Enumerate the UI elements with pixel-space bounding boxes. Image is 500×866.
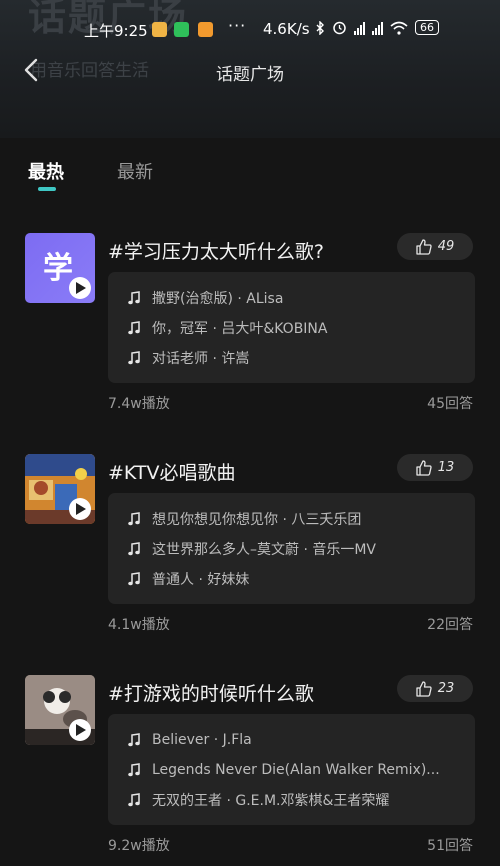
song-item[interactable]: 普通人 · 好妹妹 — [128, 569, 458, 589]
song-label: Legends Never Die(Alan Walker Remix)... — [152, 762, 440, 778]
song-item[interactable]: 这世界那么多人–莫文蔚 · 音乐一MV — [128, 539, 458, 559]
topic-thumbnail[interactable]: 学 — [25, 233, 95, 303]
status-time: 上午9:25 — [84, 22, 148, 40]
answer-count: 45回答 — [427, 396, 473, 412]
like-count: 49 — [437, 239, 455, 254]
song-label: 你，冠军 · 吕大叶&KOBINA — [152, 321, 328, 337]
page-title: 话题广场 — [216, 65, 284, 85]
song-list: Believer · J.Fla Legends Never Die(Alan … — [108, 714, 475, 825]
music-note-icon — [128, 793, 140, 807]
like-count: 23 — [437, 681, 455, 696]
song-item[interactable]: Legends Never Die(Alan Walker Remix)... — [128, 760, 458, 780]
topic-title[interactable]: #KTV必唱歌曲 — [108, 458, 236, 485]
network-speed: 4.6K/s — [263, 20, 310, 38]
status-bar: 上午9:25 ··· 4.6K/s 66 — [0, 14, 500, 44]
answer-count: 51回答 — [427, 838, 473, 854]
alarm-icon — [333, 21, 346, 35]
play-icon[interactable] — [69, 277, 91, 299]
song-item[interactable]: 无双的王者 · G.E.M.邓紫棋&王者荣耀 — [128, 790, 458, 810]
song-label: 普通人 · 好妹妹 — [152, 572, 250, 588]
more-notifications-icon: ··· — [228, 16, 247, 35]
play-count: 4.1w播放 — [108, 617, 170, 633]
thumbnail-character: 学 — [43, 251, 73, 286]
song-label: 无双的王者 · G.E.M.邓紫棋&王者荣耀 — [152, 793, 390, 809]
active-tab-indicator — [38, 187, 56, 191]
bluetooth-icon — [316, 20, 324, 35]
wechat-icon — [174, 22, 189, 37]
music-note-icon — [128, 572, 140, 586]
tab-new[interactable]: 最新 — [117, 158, 153, 184]
song-list: 撒野(治愈版) · ALisa 你，冠军 · 吕大叶&KOBINA 对话老师 ·… — [108, 272, 475, 383]
thumbs-up-icon — [416, 459, 432, 476]
topic-thumbnail[interactable] — [25, 675, 95, 745]
notification-app-icon — [198, 22, 213, 37]
music-note-icon — [128, 351, 140, 365]
battery-indicator: 66 — [415, 20, 439, 35]
music-note-icon — [128, 512, 140, 526]
song-list: 想见你想见你想见你 · 八三夭乐团 这世界那么多人–莫文蔚 · 音乐一MV 普通… — [108, 493, 475, 604]
like-button[interactable]: 49 — [397, 233, 473, 260]
tab-hot[interactable]: 最热 — [28, 158, 64, 184]
music-note-icon — [128, 321, 140, 335]
play-icon[interactable] — [69, 498, 91, 520]
play-count: 7.4w播放 — [108, 396, 170, 412]
song-label: 撒野(治愈版) · ALisa — [152, 291, 284, 307]
song-label: 对话老师 · 许嵩 — [152, 351, 250, 367]
like-count: 13 — [437, 460, 455, 475]
topic-title[interactable]: #打游戏的时候听什么歌 — [108, 679, 314, 706]
music-note-icon — [128, 291, 140, 305]
topic-title[interactable]: #学习压力太大听什么歌? — [108, 237, 324, 264]
song-item[interactable]: 撒野(治愈版) · ALisa — [128, 288, 458, 308]
answer-count: 22回答 — [427, 617, 473, 633]
like-button[interactable]: 23 — [397, 675, 473, 702]
song-item[interactable]: 想见你想见你想见你 · 八三夭乐团 — [128, 509, 458, 529]
song-label: 想见你想见你想见你 · 八三夭乐团 — [152, 512, 362, 528]
song-item[interactable]: 你，冠军 · 吕大叶&KOBINA — [128, 318, 458, 338]
thumbs-up-icon — [416, 238, 432, 255]
play-count: 9.2w播放 — [108, 838, 170, 854]
play-icon[interactable] — [69, 719, 91, 741]
music-note-icon — [128, 763, 140, 777]
like-button[interactable]: 13 — [397, 454, 473, 481]
wifi-icon — [390, 21, 408, 35]
song-item[interactable]: 对话老师 · 许嵩 — [128, 348, 458, 368]
song-label: Believer · J.Fla — [152, 732, 252, 748]
signal-icon — [354, 21, 365, 35]
music-note-icon — [128, 733, 140, 747]
signal-icon — [372, 21, 383, 35]
notification-app-icon — [152, 22, 167, 37]
thumbs-up-icon — [416, 680, 432, 697]
song-item[interactable]: Believer · J.Fla — [128, 730, 458, 750]
topic-thumbnail[interactable] — [25, 454, 95, 524]
music-note-icon — [128, 542, 140, 556]
status-icons: 66 — [316, 20, 439, 35]
song-label: 这世界那么多人–莫文蔚 · 音乐一MV — [152, 542, 377, 558]
